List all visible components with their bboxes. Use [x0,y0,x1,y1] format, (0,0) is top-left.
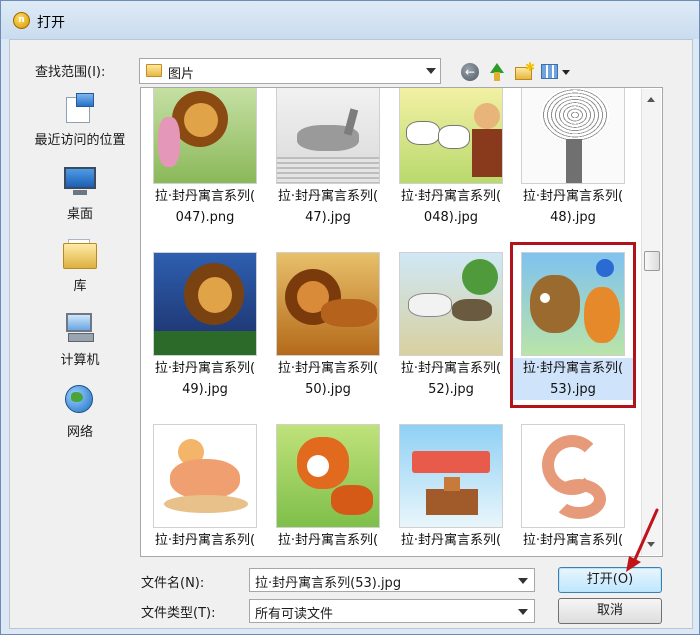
file-thumbnail [276,252,380,356]
place-libraries[interactable]: 库 [21,233,139,299]
filename-label: 文件名(N): [141,576,205,591]
file-item[interactable]: 拉·封丹寓言系列( [145,418,265,556]
recent-places-icon [62,91,98,125]
place-label: 桌面 [66,207,93,222]
look-in-label: 查找范围(I): [35,65,106,80]
file-name-line2: 047).png [175,210,235,225]
scrollbar-thumb[interactable] [644,251,660,271]
file-name-line2: 50).jpg [305,382,351,397]
back-arrow-icon: ← [461,63,479,81]
file-thumbnail [521,88,625,184]
title-bar: n 打开 [1,1,699,39]
file-thumbnail [153,88,257,184]
file-name-line1: 拉·封丹寓言系列( [400,189,502,204]
sparkle-icon: ✱ [525,60,536,74]
place-label: 库 [73,279,87,294]
place-recent[interactable]: 最近访问的位置 [21,87,139,153]
up-arrow-stem [494,72,500,81]
file-item[interactable]: 拉·封丹寓言系列( [391,418,511,556]
filename-field[interactable]: 拉·封丹寓言系列(53).jpg [249,568,535,592]
file-thumbnail [276,88,380,184]
place-desktop[interactable]: 桌面 [21,161,139,227]
file-name-line2: 49).jpg [182,382,228,397]
file-name-line1: 拉·封丹寓言系列( [277,189,379,204]
cancel-button[interactable]: 取消 [558,598,662,624]
place-label: 计算机 [60,353,100,368]
file-item[interactable]: 拉·封丹寓言系列( 49).jpg [145,246,265,406]
file-name-line1: 拉·封丹寓言系列( [277,533,379,548]
file-item[interactable]: 拉·封丹寓言系列( 52).jpg [391,246,511,406]
place-network[interactable]: 网络 [21,379,139,445]
filetype-dropdown[interactable]: 所有可读文件 [249,599,535,623]
file-item-selected[interactable]: 拉·封丹寓言系列(53).jpg [510,242,636,408]
file-thumbnail [521,424,625,528]
open-file-dialog: n 打开 查找范围(I): 图片 ← ✱ 最近访问的位置 桌面 库 计算机 网络… [0,0,700,635]
file-name-line2: 52).jpg [428,382,474,397]
new-folder-button[interactable]: ✱ [513,60,536,83]
file-thumbnail [276,424,380,528]
file-list[interactable]: 拉·封丹寓言系列(047).png 拉·封丹寓言系列(47).jpg 拉·封丹寓言系… [140,87,663,557]
views-menu-button[interactable] [539,61,573,83]
folder-icon [146,64,162,77]
vertical-scrollbar[interactable] [641,89,661,555]
file-name-line2: 47).jpg [305,210,351,225]
file-name-line2: 048).jpg [423,210,479,225]
desktop-icon [62,165,98,199]
look-in-value: 图片 [168,67,195,82]
window-title: 打开 [37,15,65,31]
selection-highlight-frame [510,242,636,408]
file-name-line1: 拉·封丹寓言系列( [154,361,256,376]
file-name-line1: 拉·封丹寓言系列( [277,361,379,376]
chevron-down-icon [562,70,570,75]
file-name-line1: 拉·封丹寓言系列( [154,189,256,204]
view-grid-icon [541,64,558,79]
chevron-down-icon[interactable] [518,609,528,615]
file-item[interactable]: 拉·封丹寓言系列( 50).jpg [268,246,388,406]
file-thumbnail [399,88,503,184]
scroll-up-icon[interactable] [647,97,655,102]
filetype-label: 文件类型(T): [141,606,216,621]
chevron-down-icon[interactable] [518,578,528,584]
back-button[interactable]: ← [459,61,481,83]
file-item[interactable]: 拉·封丹寓言系列( 047).png [145,88,265,240]
app-logo-icon: n [13,12,30,29]
file-item[interactable]: 拉·封丹寓言系列( [513,418,633,556]
computer-icon [62,311,98,345]
file-name-line2: 48).jpg [550,210,596,225]
up-one-level-button[interactable] [485,61,507,83]
place-computer[interactable]: 计算机 [21,307,139,373]
place-label: 网络 [66,425,93,440]
look-in-dropdown[interactable]: 图片 [139,58,441,84]
file-name-line1: 拉·封丹寓言系列( [522,189,624,204]
file-thumbnail [399,424,503,528]
filename-value: 拉·封丹寓言系列(53).jpg [255,576,402,591]
file-thumbnail [399,252,503,356]
filetype-value: 所有可读文件 [255,607,334,622]
file-name-line1: 拉·封丹寓言系列( [400,361,502,376]
file-item[interactable]: 拉·封丹寓言系列( 48).jpg [513,88,633,240]
network-icon [62,383,98,417]
file-name-line1: 拉·封丹寓言系列( [154,533,256,548]
libraries-icon [62,237,98,271]
file-name-line1: 拉·封丹寓言系列( [400,533,502,548]
annotation-arrow-icon [626,508,659,572]
file-item[interactable]: 拉·封丹寓言系列( 048).jpg [391,88,511,240]
places-bar: 最近访问的位置 桌面 库 计算机 网络 [21,87,139,555]
file-item[interactable]: 拉·封丹寓言系列( 47).jpg [268,88,388,240]
file-thumbnail [153,424,257,528]
place-label: 最近访问的位置 [34,133,126,148]
file-item[interactable]: 拉·封丹寓言系列( [268,418,388,556]
file-name-line1: 拉·封丹寓言系列( [522,533,624,548]
file-thumbnail [153,252,257,356]
chevron-down-icon[interactable] [426,68,436,74]
